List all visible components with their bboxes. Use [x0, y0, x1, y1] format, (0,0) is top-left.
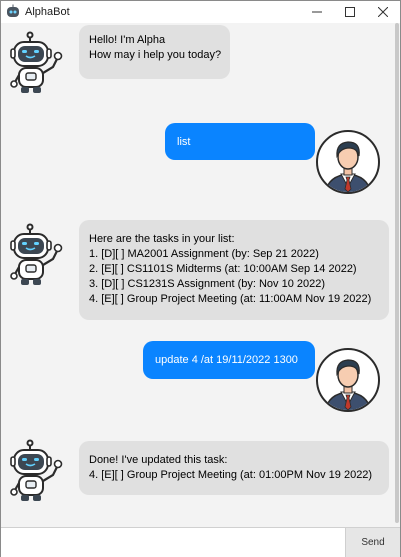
user-avatar — [315, 129, 381, 195]
maximize-button[interactable] — [334, 1, 366, 23]
user-icon — [316, 348, 380, 412]
robot-avatar — [7, 439, 73, 505]
robot-avatar — [7, 31, 73, 97]
input-row: Send — [1, 527, 400, 557]
scrollbar-thumb[interactable] — [395, 23, 399, 523]
user-icon — [316, 130, 380, 194]
bot-message: Done! I've updated this task: 4. [E][ ] … — [79, 441, 389, 495]
robot-icon — [10, 31, 63, 93]
chat-scrollbar[interactable] — [394, 23, 400, 527]
send-button[interactable]: Send — [345, 528, 400, 557]
user-message: list — [165, 123, 315, 160]
minimize-icon — [312, 11, 322, 13]
robot-icon — [10, 439, 63, 501]
chat-area[interactable]: Hello! I'm Alpha How may i help you toda… — [1, 23, 400, 527]
window-title: AlphaBot — [25, 6, 70, 18]
robot-avatar — [7, 223, 73, 289]
maximize-icon — [345, 7, 355, 17]
user-message: update 4 /at 19/11/2022 1300 — [143, 341, 315, 379]
title-bar[interactable]: AlphaBot — [1, 1, 400, 23]
bot-message: Hello! I'm Alpha How may i help you toda… — [79, 25, 230, 79]
robot-icon — [10, 223, 63, 285]
close-icon — [378, 7, 388, 17]
robot-icon — [5, 4, 21, 20]
bot-message: Here are the tasks in your list: 1. [D][… — [79, 220, 389, 320]
user-avatar — [315, 347, 381, 413]
message-input[interactable] — [1, 528, 345, 557]
close-button[interactable] — [367, 1, 399, 23]
app-window: AlphaBot Hello! I'm Alpha How may i help… — [0, 0, 401, 557]
minimize-button[interactable] — [301, 1, 333, 23]
